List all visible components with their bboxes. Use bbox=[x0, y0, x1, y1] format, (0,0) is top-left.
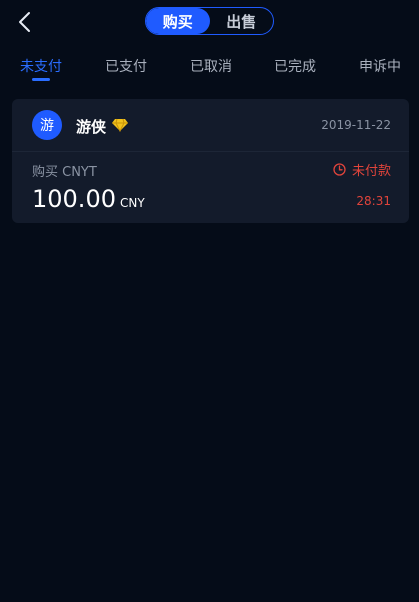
diamond-icon bbox=[112, 118, 128, 132]
tab-completed[interactable]: 已完成 bbox=[274, 56, 316, 76]
merchant-name: 游侠 bbox=[76, 118, 107, 136]
segment-buy[interactable]: 购买 bbox=[146, 8, 210, 34]
order-amount: 100.00 CNY bbox=[32, 185, 145, 213]
segment-sell[interactable]: 出售 bbox=[210, 8, 274, 34]
tab-cancelled[interactable]: 已取消 bbox=[190, 56, 232, 76]
status-label: 未付款 bbox=[351, 164, 391, 179]
payment-countdown: 28:31 bbox=[356, 194, 391, 208]
tab-paid[interactable]: 已支付 bbox=[105, 56, 147, 76]
tab-appealing[interactable]: 申诉中 bbox=[359, 56, 401, 76]
order-status-tabs: 未支付 已支付 已取消 已完成 申诉中 bbox=[0, 52, 419, 88]
order-status: 未付款 bbox=[333, 160, 391, 179]
tab-unpaid[interactable]: 未支付 bbox=[20, 56, 62, 76]
amount-unit: CNY bbox=[119, 196, 145, 210]
order-date: 2019-11-22 bbox=[321, 118, 391, 132]
order-card[interactable]: 游 游侠 2019-11-22 购买 CNYT 未付款 100.00 CNY 2… bbox=[12, 99, 409, 223]
avatar: 游 bbox=[32, 110, 62, 140]
top-bar: 购买 出售 bbox=[0, 0, 419, 44]
back-button[interactable] bbox=[14, 9, 36, 35]
order-type: 购买 CNYT bbox=[32, 165, 97, 180]
active-tab-indicator bbox=[32, 78, 50, 81]
order-card-header: 游 游侠 2019-11-22 bbox=[12, 99, 409, 152]
chevron-left-icon bbox=[19, 12, 30, 32]
buy-sell-toggle: 购买 出售 bbox=[145, 7, 274, 35]
clock-icon bbox=[333, 163, 346, 176]
amount-value: 100.00 bbox=[32, 185, 116, 213]
